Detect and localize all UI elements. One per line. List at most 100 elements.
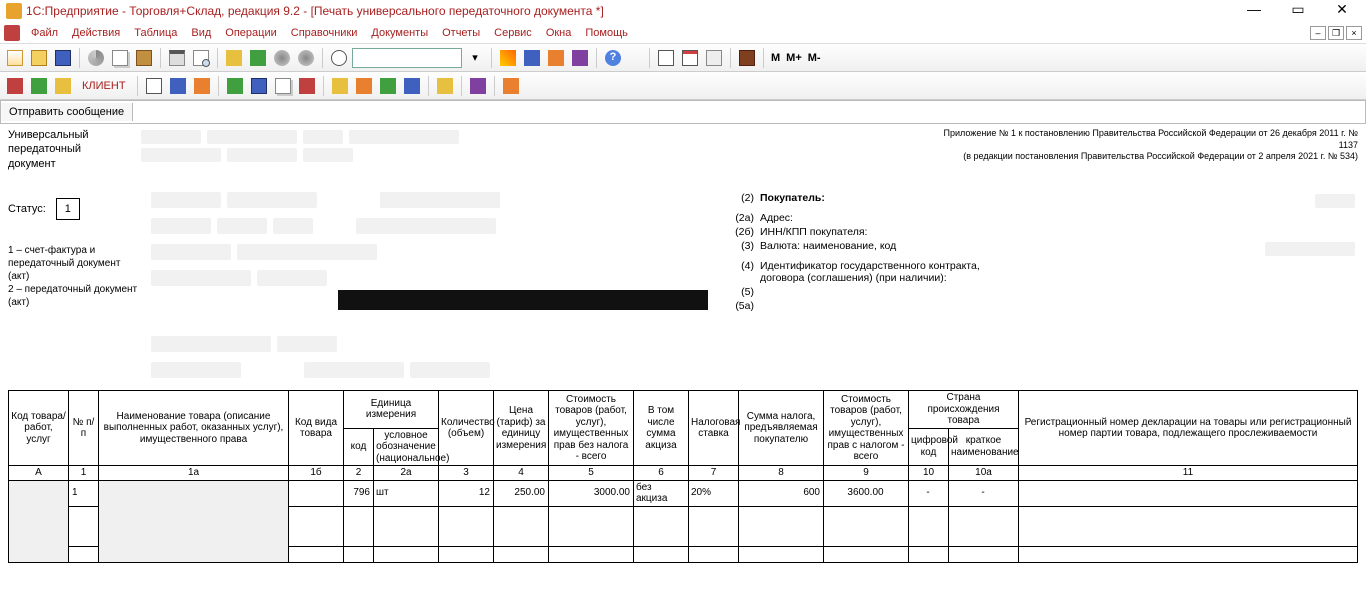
tool-a-button[interactable] (223, 47, 245, 69)
help-button[interactable]: ? (602, 47, 624, 69)
st-m-button[interactable] (377, 75, 399, 97)
tool-f-button[interactable] (521, 47, 543, 69)
cell-tax: 600 (739, 480, 824, 506)
menu-app-icon (4, 25, 20, 41)
th-unit-name: условное обозначение (национальное) (374, 428, 439, 466)
mem-mplus[interactable]: М+ (784, 52, 804, 64)
tool-icon (227, 78, 243, 94)
st-k-button[interactable] (329, 75, 351, 97)
paste-button[interactable] (133, 47, 155, 69)
cut-icon (88, 50, 104, 66)
mem-m[interactable]: М (769, 52, 782, 64)
toolbar-sep (79, 48, 80, 68)
print-button[interactable] (166, 47, 188, 69)
cell-num: 1 (69, 480, 99, 506)
save-icon (55, 50, 71, 66)
st-j-button[interactable] (296, 75, 318, 97)
st-b-button[interactable] (28, 75, 50, 97)
st-h-button[interactable] (248, 75, 270, 97)
tool-icon (380, 78, 396, 94)
doc-restore-button[interactable]: ❐ (1328, 26, 1344, 40)
menu-service[interactable]: Сервис (488, 25, 538, 41)
cell-name (99, 480, 289, 562)
menu-help[interactable]: Помощь (579, 25, 634, 41)
preview-button[interactable] (190, 47, 212, 69)
tool-e-button[interactable] (497, 47, 519, 69)
table-row[interactable]: 1 796 шт 12 250.00 3000.00 без акциза 20… (9, 480, 1358, 506)
search-input[interactable] (352, 48, 462, 68)
st-g-button[interactable] (224, 75, 246, 97)
maximize-button[interactable]: ▭ (1280, 1, 1316, 21)
tool-b-button[interactable] (247, 47, 269, 69)
close-button[interactable]: ✕ (1324, 1, 1360, 21)
new-button[interactable] (4, 47, 26, 69)
message-bar: Отправить сообщение (0, 100, 1366, 124)
field-address: (2а) Адрес: (730, 212, 1358, 224)
book-button[interactable] (736, 47, 758, 69)
minimize-button[interactable]: — (1236, 1, 1272, 21)
st-e-button[interactable] (167, 75, 189, 97)
doc-minimize-button[interactable]: – (1310, 26, 1326, 40)
toolbar-main: ▾ ? М М+ М- (0, 44, 1366, 72)
th-decl: Регистрационный номер декларации на това… (1019, 391, 1358, 466)
menu-operations[interactable]: Операции (219, 25, 282, 41)
tool-icon (31, 78, 47, 94)
preview-icon (193, 50, 209, 66)
st-q-button[interactable] (500, 75, 522, 97)
mem-mminus[interactable]: М- (806, 52, 823, 64)
th-country-name: краткое наименование (949, 428, 1019, 466)
toolbar-secondary: КЛИЕНТ (0, 72, 1366, 100)
tool-icon (170, 78, 186, 94)
redacted-header (138, 128, 918, 188)
st-l-button[interactable] (353, 75, 375, 97)
st-a-button[interactable] (4, 75, 26, 97)
legal-note-2: 2 – передаточный документ (акт) (8, 283, 138, 309)
field-buyer: (2) Покупатель: (730, 192, 1358, 210)
document-area[interactable]: Универсальный передаточный документ Прил… (0, 124, 1366, 592)
tool-c-button[interactable] (271, 47, 293, 69)
st-c-button[interactable] (52, 75, 74, 97)
send-message-button[interactable]: Отправить сообщение (1, 103, 133, 121)
copy-button[interactable] (109, 47, 131, 69)
toolbar-sep (763, 48, 764, 68)
menu-table[interactable]: Таблица (128, 25, 183, 41)
st-p-button[interactable] (467, 75, 489, 97)
client-label[interactable]: КЛИЕНТ (76, 80, 132, 92)
toolbar-sep (428, 76, 429, 96)
menu-windows[interactable]: Окна (540, 25, 578, 41)
cell-sum-notax: 3000.00 (549, 480, 634, 506)
menu-reports[interactable]: Отчеты (436, 25, 486, 41)
menu-docs[interactable]: Документы (365, 25, 434, 41)
cut-button[interactable] (85, 47, 107, 69)
st-o-button[interactable] (434, 75, 456, 97)
tool-icon (503, 78, 519, 94)
tool-d-button[interactable] (295, 47, 317, 69)
keyboard-button[interactable] (703, 47, 725, 69)
st-f-button[interactable] (191, 75, 213, 97)
toolbar-sep (596, 48, 597, 68)
menu-refs[interactable]: Справочники (285, 25, 364, 41)
save-button[interactable] (52, 47, 74, 69)
th-unit-group: Единица измерения (344, 391, 439, 429)
tool-icon (194, 78, 210, 94)
menu-actions[interactable]: Действия (66, 25, 126, 41)
open-button[interactable] (28, 47, 50, 69)
tool-icon (55, 78, 71, 94)
calendar-button[interactable] (679, 47, 701, 69)
toolbar-sep (494, 76, 495, 96)
tool-icon (356, 78, 372, 94)
th-excise: В том числе сумма акциза (634, 391, 689, 466)
st-i-button[interactable] (272, 75, 294, 97)
redacted-body (148, 190, 718, 380)
doc-close-button[interactable]: × (1346, 26, 1362, 40)
menu-file[interactable]: Файл (25, 25, 64, 41)
new-icon (7, 50, 23, 66)
st-d-button[interactable] (143, 75, 165, 97)
st-n-button[interactable] (401, 75, 423, 97)
tool-g-button[interactable] (545, 47, 567, 69)
tool-h-button[interactable] (569, 47, 591, 69)
calc-button[interactable] (655, 47, 677, 69)
dropdown-button[interactable]: ▾ (464, 47, 486, 69)
find-button[interactable] (328, 47, 350, 69)
menu-view[interactable]: Вид (185, 25, 217, 41)
